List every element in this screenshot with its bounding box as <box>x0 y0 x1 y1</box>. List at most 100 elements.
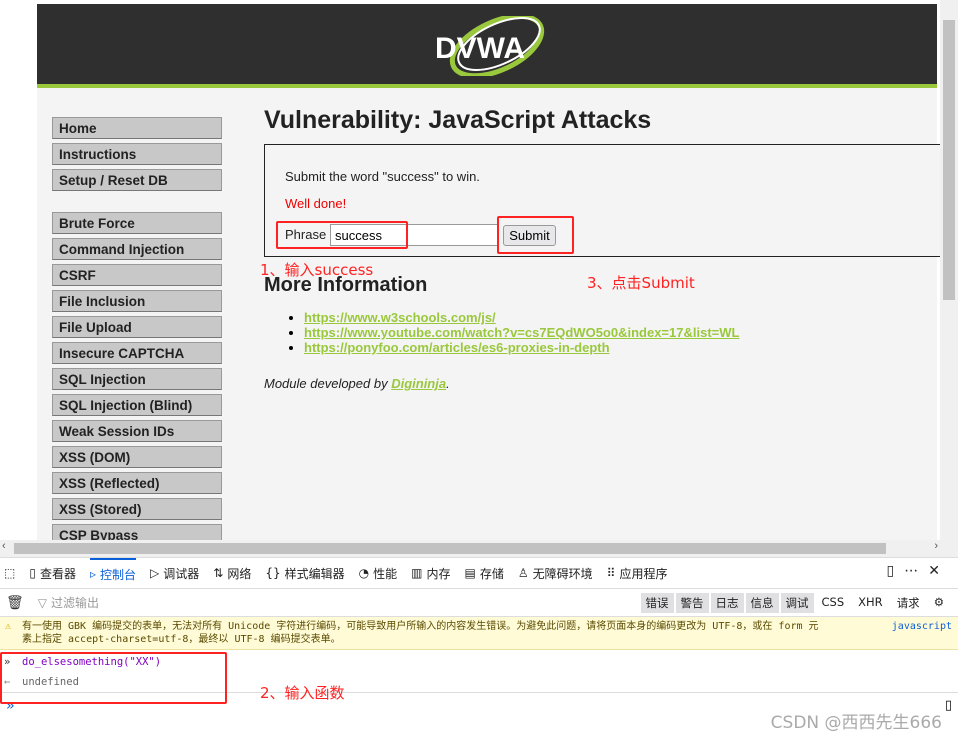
menu-file-inclusion[interactable]: File Inclusion <box>52 290 222 312</box>
dvwa-logo: DVWA <box>435 16 545 76</box>
filter-icon: ▽ <box>37 595 48 610</box>
tab-label: 查看器 <box>39 566 76 581</box>
annotation-box-console <box>0 652 227 704</box>
tab-inspector[interactable]: ▯ 查看器 <box>29 558 76 589</box>
svg-text:DVWA: DVWA <box>435 32 525 65</box>
page-title: Vulnerability: JavaScript Attacks <box>264 106 652 134</box>
devtools-tabs: ⬚ ▯ 查看器 ▹ 控制台 ▷ 调试器 ⇅ 网络 {} 样式编辑器 ◔ 性能 ▥ 内存 ▤ 存储… <box>0 557 958 589</box>
tab-label: 控制台 <box>100 567 137 582</box>
filter-input[interactable]: 过滤输出 <box>51 594 99 611</box>
devtools-panel: ⬚ ▯ 查看器 ▹ 控制台 ▷ 调试器 ⇅ 网络 {} 样式编辑器 ◔ 性能 ▥ 内存 ▤ 存储… <box>0 557 958 736</box>
annotation-box-phrase <box>276 221 408 249</box>
tab-label: 无障碍环境 <box>532 566 593 581</box>
tab-label: 网络 <box>227 566 252 581</box>
menu-csrf[interactable]: CSRF <box>52 264 222 286</box>
tab-accessibility[interactable]: ♙ 无障碍环境 <box>518 558 593 589</box>
gauge-icon: ◔ <box>358 566 370 580</box>
menu-command-injection[interactable]: Command Injection <box>52 238 222 260</box>
tab-debugger[interactable]: ▷ 调试器 <box>150 558 199 589</box>
warning-text: 素上指定 accept-charset=utf-8，最终以 UTF-8 编码提交… <box>22 634 341 645</box>
instruction-text: Submit the word "success" to win. <box>285 169 480 184</box>
tab-memory[interactable]: ▥ 内存 <box>411 558 450 589</box>
level-filters: 错误 警告 日志 信息 调试 CSS XHR 请求 ⚙ <box>640 593 950 613</box>
menu-setup[interactable]: Setup / Reset DB <box>52 169 222 191</box>
menu-vulns: Brute Force Command Injection CSRF File … <box>52 212 222 540</box>
tab-console[interactable]: ▹ 控制台 <box>89 557 137 589</box>
console-icon: ▹ <box>89 567 96 581</box>
menu-file-upload[interactable]: File Upload <box>52 316 222 338</box>
annotation-step1: 1、输入success <box>260 261 374 279</box>
console-filter-bar: 🗑 ▽ 过滤输出 错误 警告 日志 信息 调试 CSS XHR 请求 ⚙ <box>0 589 958 617</box>
network-icon: ⇅ <box>213 566 224 580</box>
storage-icon: ▤ <box>464 566 476 580</box>
menu-brute-force[interactable]: Brute Force <box>52 212 222 234</box>
element-picker-icon[interactable]: ⬚ <box>4 558 15 589</box>
filter-errors[interactable]: 错误 <box>640 593 674 613</box>
tab-performance[interactable]: ◔ 性能 <box>359 558 398 589</box>
tab-label: 性能 <box>373 566 398 581</box>
annotation-step3: 3、点击Submit <box>587 274 695 292</box>
menu-xss-dom[interactable]: XSS (DOM) <box>52 446 222 468</box>
menu-insecure-captcha[interactable]: Insecure CAPTCHA <box>52 342 222 364</box>
tab-label: 应用程序 <box>619 566 668 581</box>
result-message: Well done! <box>285 196 347 211</box>
horizontal-scroll-thumb[interactable] <box>14 543 886 554</box>
link-digininja[interactable]: Digininja <box>391 376 446 391</box>
braces-icon: {} <box>265 566 281 580</box>
sidebar-toggle-icon[interactable]: ▯ <box>945 698 952 713</box>
trash-icon[interactable]: 🗑 <box>6 595 24 611</box>
info-links: https://www.w3schools.com/js/ https://ww… <box>304 310 739 355</box>
filter-xhr[interactable]: XHR <box>852 593 889 613</box>
menu-xss-stored[interactable]: XSS (Stored) <box>52 498 222 520</box>
link-youtube[interactable]: https://www.youtube.com/watch?v=cs7EQdWO… <box>304 325 739 340</box>
menu-main: Home Instructions Setup / Reset DB <box>52 117 222 195</box>
menu-instructions[interactable]: Instructions <box>52 143 222 165</box>
tab-label: 样式编辑器 <box>284 566 345 581</box>
annotation-box-submit <box>497 216 574 254</box>
grid-icon: ⠿ <box>606 566 616 580</box>
warning-text: 有一使用 GBK 编码提交的表单，无法对所有 Unicode 字符进行编码，可能… <box>22 621 819 632</box>
memory-icon: ▥ <box>411 566 423 580</box>
debugger-icon: ▷ <box>150 566 160 580</box>
close-icon[interactable]: ✕ <box>928 563 950 579</box>
console-warning: ⚠ 有一使用 GBK 编码提交的表单，无法对所有 Unicode 字符进行编码，… <box>0 617 958 650</box>
filter-logs[interactable]: 日志 <box>710 593 744 613</box>
menu-sql-injection[interactable]: SQL Injection <box>52 368 222 390</box>
credit-text: Module developed by <box>264 376 392 391</box>
menu-weak-session-ids[interactable]: Weak Session IDs <box>52 420 222 442</box>
link-w3schools[interactable]: https://www.w3schools.com/js/ <box>304 310 496 325</box>
module-credit: Module developed by Digininja. <box>264 376 450 391</box>
menu-sql-injection-blind[interactable]: SQL Injection (Blind) <box>52 394 222 416</box>
warning-source-link[interactable]: javascript <box>892 620 952 633</box>
scroll-left-icon[interactable]: ‹ <box>2 540 6 552</box>
tab-label: 调试器 <box>163 566 200 581</box>
tab-style-editor[interactable]: {} 样式编辑器 <box>265 558 344 589</box>
menu-xss-reflected[interactable]: XSS (Reflected) <box>52 472 222 494</box>
filter-css[interactable]: CSS <box>816 593 851 613</box>
inspector-icon: ▯ <box>29 566 36 580</box>
filter-requests[interactable]: 请求 <box>891 593 926 613</box>
more-icon[interactable]: ⋯ <box>904 563 928 579</box>
list-item: https://ponyfoo.com/articles/es6-proxies… <box>304 340 739 355</box>
filter-info[interactable]: 信息 <box>745 593 779 613</box>
devtools-controls: ▯⋯✕ <box>887 563 950 579</box>
dvwa-page: DVWA Home Instructions Setup / Reset DB … <box>37 4 940 540</box>
settings-icon[interactable]: ⚙ <box>928 593 950 613</box>
tab-network[interactable]: ⇅ 网络 <box>213 558 251 589</box>
dock-icon[interactable]: ▯ <box>887 563 905 579</box>
browser-viewport: DVWA Home Instructions Setup / Reset DB … <box>0 0 940 540</box>
filter-debug[interactable]: 调试 <box>780 593 814 613</box>
menu-csp-bypass[interactable]: CSP Bypass <box>52 524 222 540</box>
tab-storage[interactable]: ▤ 存储 <box>465 558 504 589</box>
vertical-scroll-thumb[interactable] <box>943 20 955 300</box>
filter-warnings[interactable]: 警告 <box>675 593 709 613</box>
accessibility-icon: ♙ <box>517 566 529 580</box>
warning-icon: ⚠ <box>5 621 12 632</box>
header: DVWA <box>37 4 937 88</box>
list-item: https://www.w3schools.com/js/ <box>304 310 739 325</box>
watermark: CSDN @西西先生666 <box>770 713 942 733</box>
scroll-right-icon[interactable]: › <box>934 540 938 552</box>
link-ponyfoo[interactable]: https://ponyfoo.com/articles/es6-proxies… <box>304 340 610 355</box>
tab-application[interactable]: ⠿ 应用程序 <box>607 558 668 589</box>
menu-home[interactable]: Home <box>52 117 222 139</box>
